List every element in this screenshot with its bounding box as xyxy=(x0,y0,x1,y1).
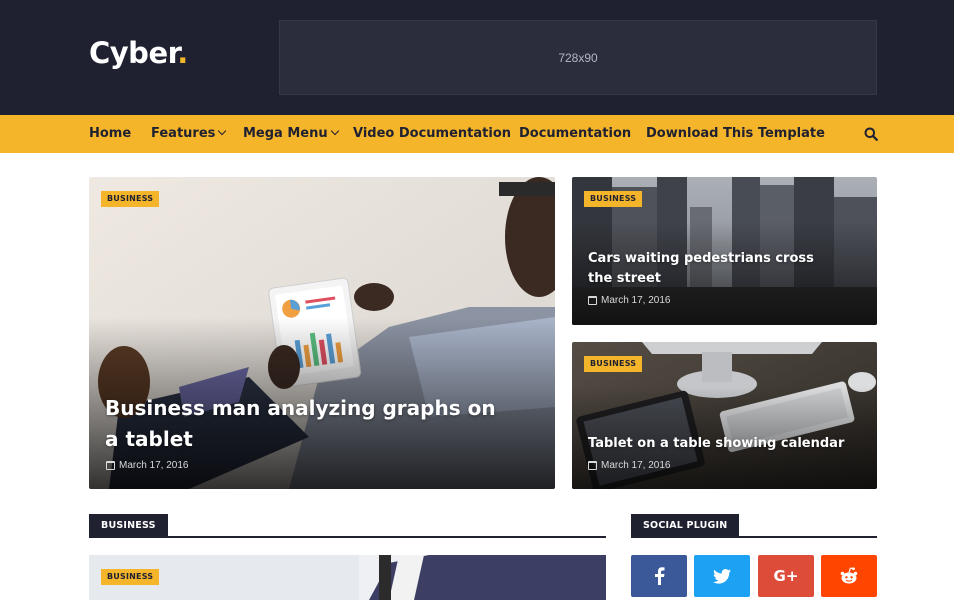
ad-label: 728x90 xyxy=(558,50,598,65)
calendar-icon xyxy=(588,296,597,305)
post-thumbnail-image xyxy=(89,555,606,600)
chevron-down-icon xyxy=(218,126,227,136)
nav-label: Video Documentation xyxy=(353,126,512,141)
category-badge[interactable]: BUSINESS xyxy=(101,191,160,207)
post-date: March 17, 2016 xyxy=(588,295,671,306)
reddit-icon xyxy=(840,567,858,584)
post-title[interactable]: Tablet on a table showing calendar xyxy=(588,434,868,454)
post-title[interactable]: Cars waiting pedestrians cross the stree… xyxy=(588,249,838,289)
business-section-header: BUSINESS xyxy=(89,514,606,538)
featured-post-secondary[interactable]: BUSINESS Cars waiting pedestrians cross … xyxy=(572,177,877,325)
section-divider xyxy=(89,536,606,538)
google-plus-icon: G+ xyxy=(773,567,799,585)
google-plus-button[interactable]: G+ xyxy=(758,555,814,597)
category-badge[interactable]: BUSINESS xyxy=(584,356,643,372)
post-date-text: March 17, 2016 xyxy=(119,460,189,471)
nav-item-mega-menu[interactable]: Mega Menu xyxy=(243,115,339,153)
post-date: March 17, 2016 xyxy=(588,460,671,471)
calendar-icon xyxy=(106,461,115,470)
featured-post-tertiary[interactable]: BUSINESS Tablet on a table showing calen… xyxy=(572,342,877,489)
post-date: March 17, 2016 xyxy=(106,460,189,471)
facebook-icon xyxy=(655,567,665,585)
nav-label: Download This Template xyxy=(646,126,825,141)
twitter-button[interactable] xyxy=(694,555,750,597)
nav-item-documentation[interactable]: Documentation xyxy=(519,115,631,153)
section-title: SOCIAL PLUGIN xyxy=(631,514,740,538)
main-navigation: Home Features Mega Menu Video Documentat… xyxy=(0,115,954,153)
nav-item-download-template[interactable]: Download This Template xyxy=(646,115,825,153)
category-badge[interactable]: BUSINESS xyxy=(584,191,643,207)
site-logo[interactable]: Cyber. xyxy=(89,36,188,70)
business-post-card[interactable]: BUSINESS xyxy=(89,555,606,600)
site-header: Cyber. 728x90 xyxy=(0,0,954,115)
logo-text: Cyber xyxy=(89,36,178,70)
twitter-icon xyxy=(713,568,731,584)
nav-label: Documentation xyxy=(519,126,632,141)
nav-item-features[interactable]: Features xyxy=(151,115,227,153)
section-title[interactable]: BUSINESS xyxy=(89,514,168,538)
logo-dot: . xyxy=(177,36,188,70)
nav-label: Home xyxy=(89,126,132,141)
chevron-down-icon xyxy=(330,126,339,136)
nav-label: Features xyxy=(151,126,216,141)
reddit-button[interactable] xyxy=(821,555,877,597)
category-badge[interactable]: BUSINESS xyxy=(101,569,160,585)
featured-post-main[interactable]: BUSINESS Business man analyzing graphs o… xyxy=(89,177,555,489)
social-plugin-header: SOCIAL PLUGIN xyxy=(631,514,877,538)
calendar-icon xyxy=(588,461,597,470)
facebook-button[interactable] xyxy=(631,555,687,597)
post-date-text: March 17, 2016 xyxy=(601,460,671,471)
search-icon[interactable] xyxy=(864,127,878,141)
post-date-text: March 17, 2016 xyxy=(601,295,671,306)
post-title[interactable]: Business man analyzing graphs on a table… xyxy=(105,393,505,455)
ad-banner[interactable]: 728x90 xyxy=(279,20,877,95)
section-divider xyxy=(631,536,877,538)
nav-label: Mega Menu xyxy=(243,126,328,141)
nav-item-home[interactable]: Home xyxy=(89,115,131,153)
nav-item-video-documentation[interactable]: Video Documentation xyxy=(353,115,511,153)
